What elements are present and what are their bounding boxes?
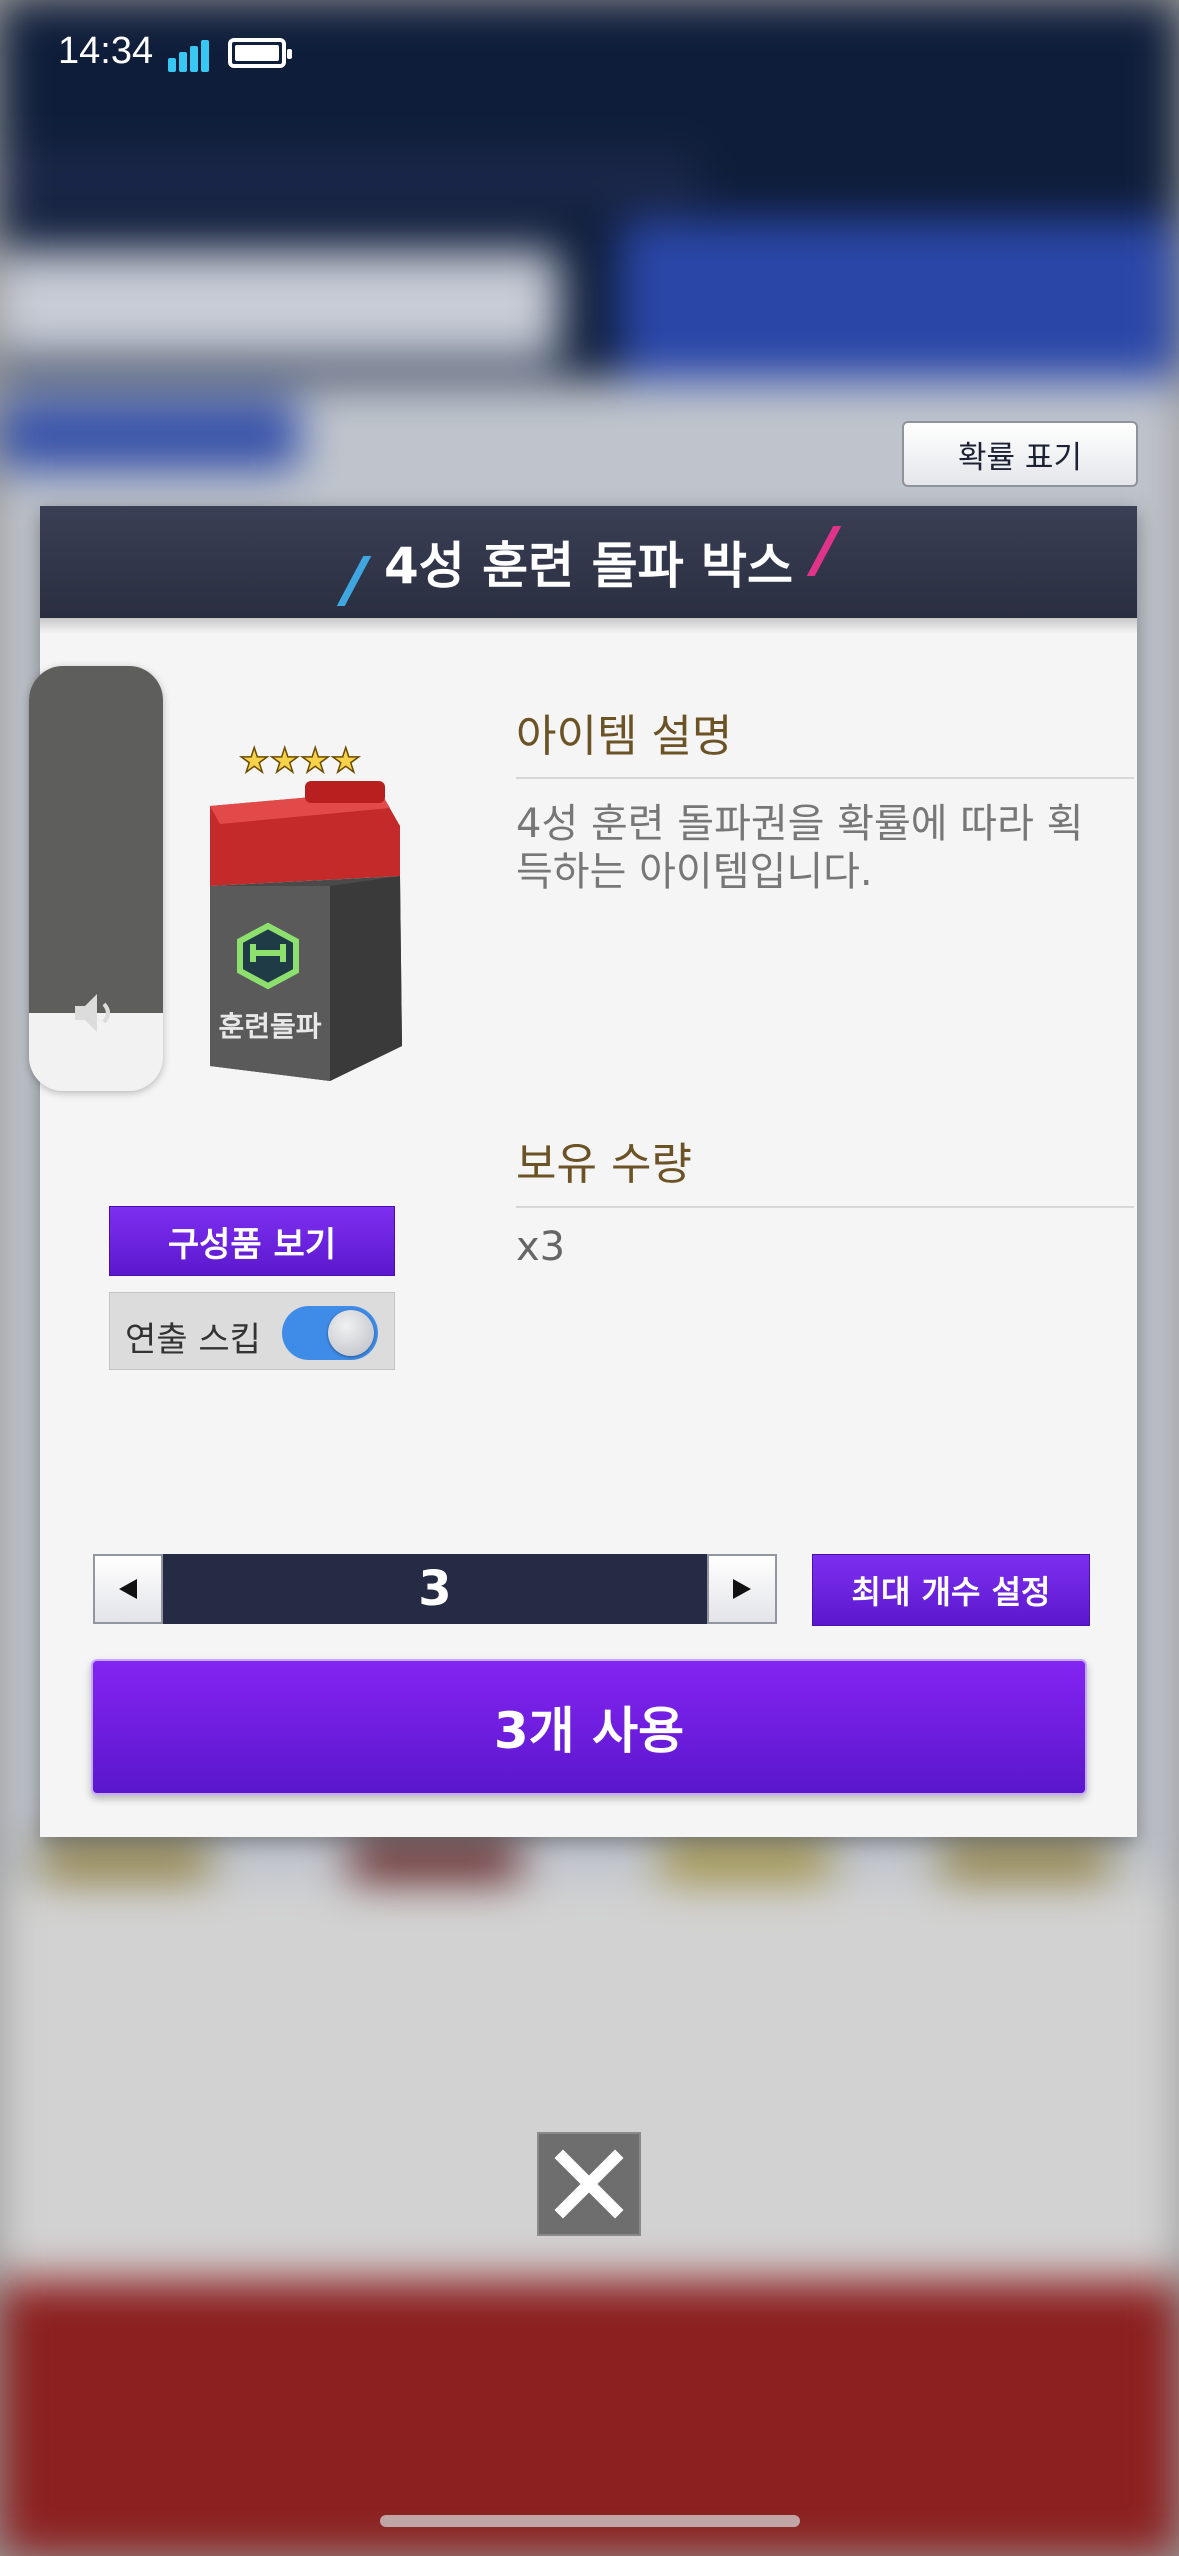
- close-button[interactable]: [537, 2132, 641, 2236]
- status-bar: 14:34: [0, 0, 1179, 110]
- owned-count: x3: [516, 1224, 566, 1270]
- volume-level-fill: [29, 666, 163, 1013]
- close-icon: [554, 2149, 624, 2219]
- cellular-signal-icon: [168, 38, 216, 72]
- skip-animation-row: 연출 스킵: [109, 1292, 395, 1370]
- quantity-stepper: 3: [93, 1554, 777, 1624]
- battery-icon: [228, 38, 292, 68]
- toggle-knob: [328, 1310, 374, 1356]
- set-max-quantity-button[interactable]: 최대 개수 설정: [812, 1554, 1090, 1626]
- speaker-icon: [75, 994, 110, 1032]
- training-box-image: ★★★★ 훈련돌파: [210, 740, 402, 1081]
- increase-quantity-button[interactable]: [707, 1554, 777, 1624]
- skip-animation-toggle[interactable]: [282, 1306, 378, 1360]
- probability-info-button[interactable]: 확률 표기: [902, 421, 1138, 487]
- home-indicator[interactable]: [380, 2515, 800, 2527]
- item-dialog: 4성 훈련 돌파 박스 ★★★★ 훈련돌파 아이템 설명 4성 훈련 돌파권을 …: [40, 506, 1137, 1837]
- view-components-button[interactable]: 구성품 보기: [109, 1206, 395, 1276]
- item-image-label: 훈련돌파: [218, 1010, 321, 1043]
- arrow-right-icon: [733, 1579, 751, 1599]
- decrease-quantity-button[interactable]: [93, 1554, 163, 1624]
- description-divider: [516, 777, 1134, 779]
- description-heading: 아이템 설명: [516, 711, 733, 762]
- dialog-title: 4성 훈련 돌파 박스: [383, 537, 793, 595]
- volume-slider[interactable]: [29, 666, 163, 1091]
- arrow-left-icon: [119, 1579, 137, 1599]
- owned-heading: 보유 수량: [516, 1139, 692, 1190]
- quantity-value[interactable]: 3: [163, 1554, 707, 1624]
- dialog-header: 4성 훈련 돌파 박스: [40, 506, 1137, 618]
- skip-animation-label: 연출 스킵: [125, 1320, 261, 1360]
- item-stars: ★★★★: [239, 741, 361, 781]
- item-description: 4성 훈련 돌파권을 확률에 따라 획득하는 아이템입니다.: [516, 801, 1084, 895]
- use-items-button[interactable]: 3개 사용: [91, 1659, 1087, 1795]
- owned-divider: [516, 1206, 1134, 1208]
- status-time: 14:34: [58, 30, 154, 72]
